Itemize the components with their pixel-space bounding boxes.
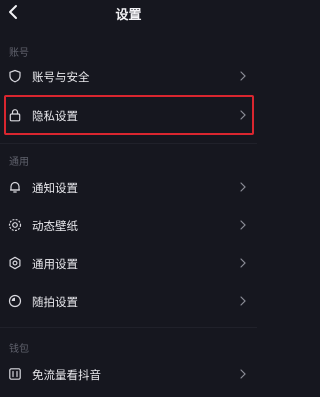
settings-item-moment-capture[interactable]: 随拍设置 (0, 283, 257, 319)
bell-icon (8, 180, 22, 194)
settings-item-label: 隐私设置 (32, 109, 78, 123)
shield-icon (8, 69, 22, 83)
chevron-right-icon (240, 71, 246, 81)
settings-item-data-free[interactable]: 免流量看抖音 (0, 356, 257, 392)
chevron-right-icon (240, 258, 246, 268)
settings-screen: 设置 账号 账号与安全 隐私设置 通用 通知设置 动态壁纸 通用设置 随拍设置 … (0, 0, 257, 397)
settings-item-privacy[interactable]: 隐私设置 (0, 97, 257, 133)
page-title: 设置 (115, 8, 142, 23)
data-free-icon (8, 367, 22, 381)
chevron-right-icon (240, 220, 246, 230)
section-label-general: 通用 (9, 157, 29, 168)
section-divider (0, 143, 257, 144)
settings-item-label: 通知设置 (32, 181, 78, 195)
settings-item-dynamic-wallpaper[interactable]: 动态壁纸 (0, 207, 257, 243)
settings-item-label: 通用设置 (32, 257, 78, 271)
chevron-right-icon (240, 296, 246, 306)
settings-item-notifications[interactable]: 通知设置 (0, 169, 257, 205)
settings-item-account-security[interactable]: 账号与安全 (0, 58, 257, 94)
nav-bar: 设置 (0, 0, 257, 26)
section-divider (0, 327, 257, 328)
settings-item-label: 随拍设置 (32, 295, 78, 309)
section-label-account: 账号 (9, 48, 29, 59)
settings-item-general-settings[interactable]: 通用设置 (0, 245, 257, 281)
gear-icon (8, 256, 22, 270)
camera-moment-icon (8, 294, 22, 308)
chevron-right-icon (240, 110, 246, 120)
settings-item-label: 动态壁纸 (32, 219, 78, 233)
chevron-right-icon (240, 182, 246, 192)
section-label-wallet: 钱包 (9, 344, 29, 355)
settings-item-label: 账号与安全 (32, 70, 90, 84)
settings-item-label: 免流量看抖音 (32, 368, 101, 382)
chevron-right-icon (240, 369, 246, 379)
dynamic-wallpaper-icon (8, 218, 22, 232)
lock-icon (8, 108, 22, 122)
